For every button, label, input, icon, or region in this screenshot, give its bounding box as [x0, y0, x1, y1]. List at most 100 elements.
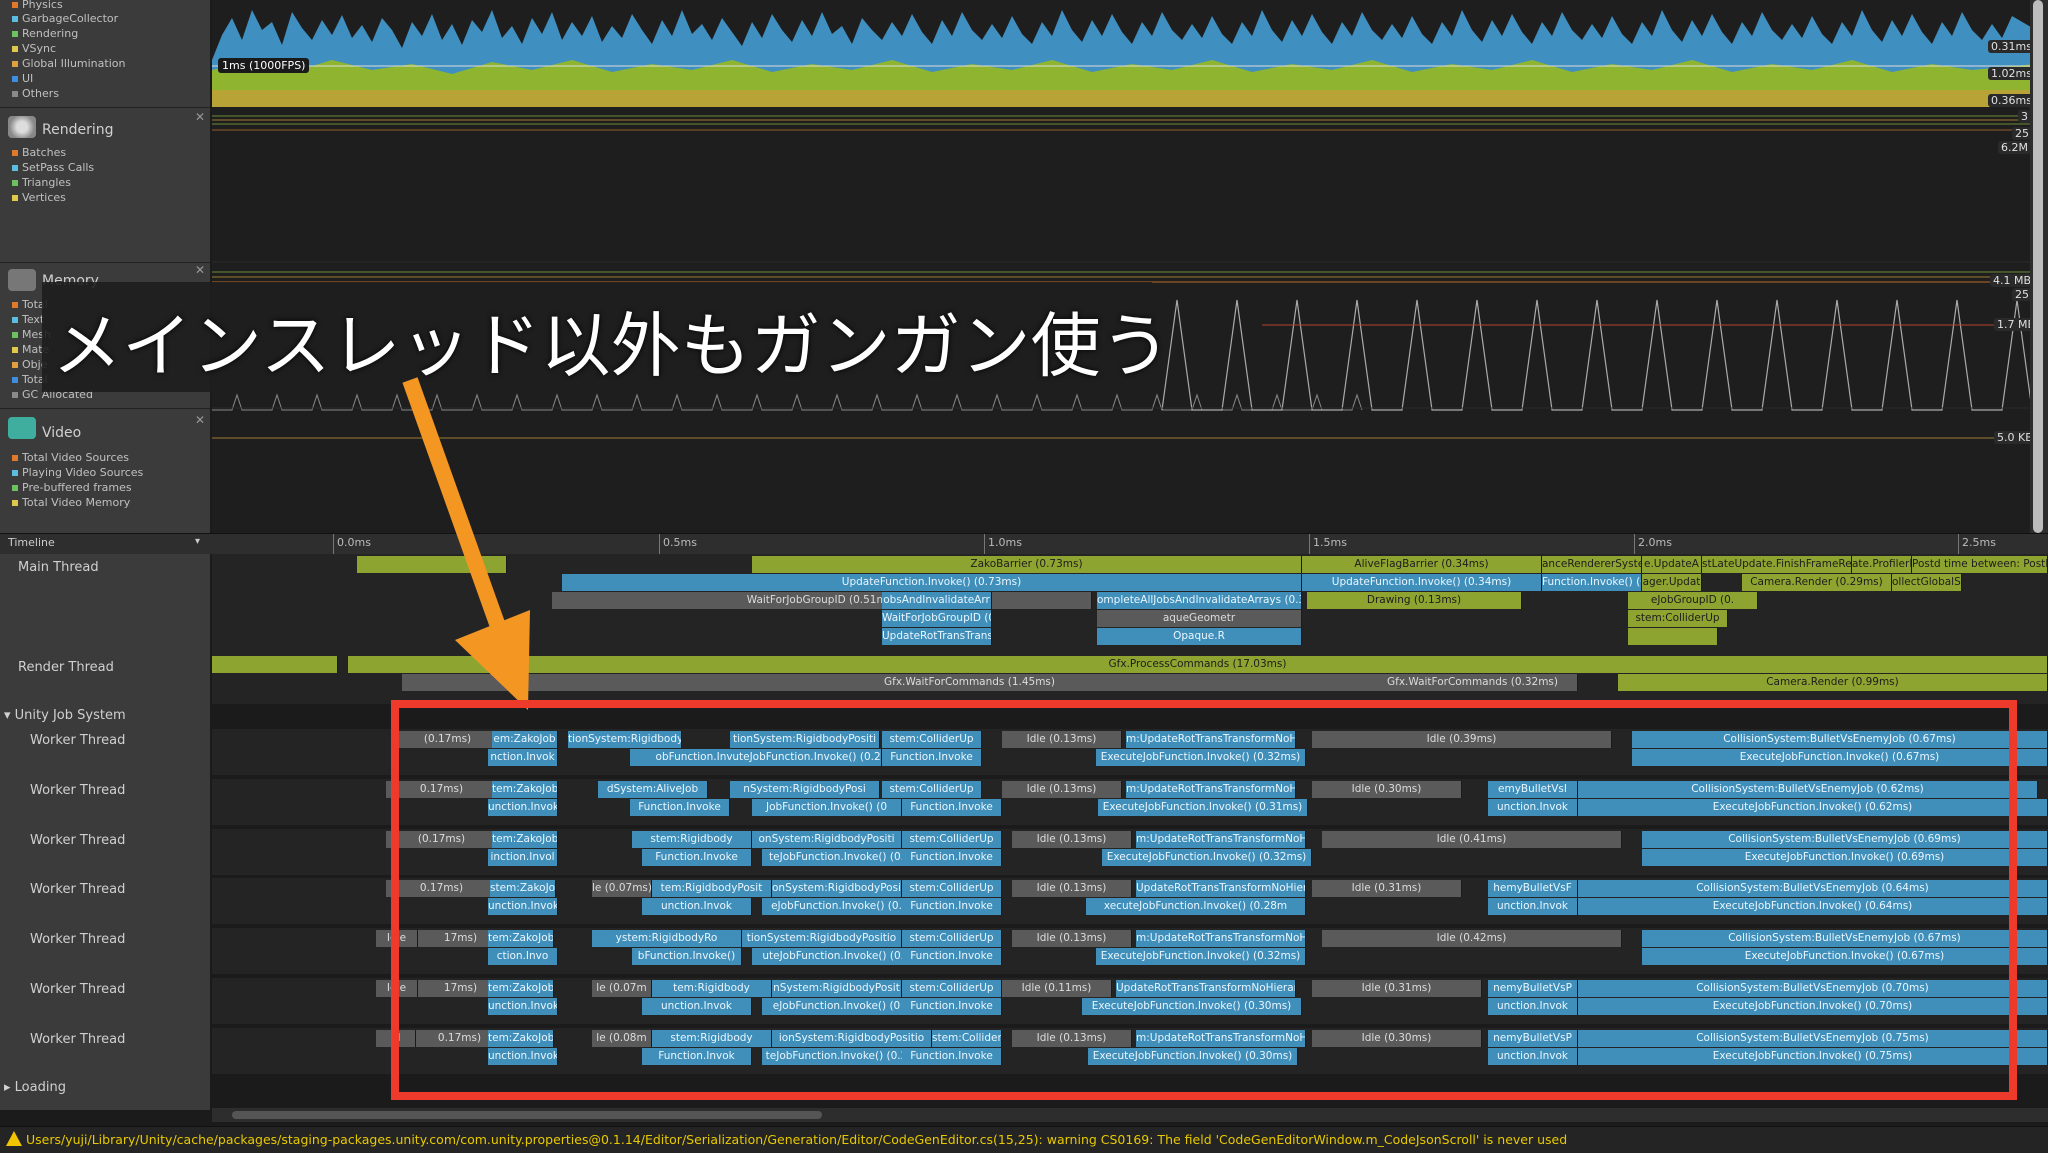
value-tag: 25 — [2012, 288, 2032, 301]
thread-label-worker[interactable]: Worker Thread — [30, 783, 125, 798]
rendering-module[interactable]: Rendering ✕ Batches SetPass Calls Triang… — [0, 108, 210, 268]
legend-item[interactable]: Batches — [12, 146, 66, 159]
profiler-sample[interactable] — [1628, 628, 1718, 645]
legend-label: VSync — [22, 42, 57, 55]
profiler-sample[interactable]: ager.Updat — [1642, 574, 1702, 591]
thread-group-label: Unity Job System — [14, 708, 126, 723]
color-swatch — [12, 362, 18, 368]
console-status-bar[interactable]: Users/yuji/Library/Unity/cache/packages/… — [0, 1126, 2048, 1153]
loading-group[interactable]: ▸ Loading — [4, 1080, 66, 1095]
color-swatch — [12, 150, 18, 156]
legend-item[interactable]: Text — [12, 313, 44, 326]
profiler-sample[interactable]: stem:ColliderUp — [1628, 610, 1728, 627]
legend-item[interactable]: Vertices — [12, 191, 66, 204]
thread-label-worker[interactable]: Worker Thread — [30, 1032, 125, 1047]
color-swatch — [12, 455, 18, 461]
graph-scrollbar[interactable] — [2030, 0, 2048, 533]
profiler-sample[interactable]: anceRendererSystem — [1542, 556, 1642, 573]
color-swatch — [12, 485, 18, 491]
legend-item[interactable]: Others — [12, 87, 59, 100]
legend-label: UI — [22, 72, 34, 85]
arrow-head — [455, 610, 530, 710]
ruler-tick: 2.0ms — [1634, 534, 1672, 554]
profiler-sample[interactable]: UpdateFunction.Invoke() (0.34ms) — [1302, 574, 1542, 591]
triangle-down-icon: ▾ — [4, 708, 15, 723]
thread-label-worker[interactable]: Worker Thread — [30, 982, 125, 997]
legend-item[interactable]: UI — [12, 72, 33, 85]
color-swatch — [12, 500, 18, 506]
thread-label-render[interactable]: Render Thread — [18, 660, 114, 675]
module-title: Rendering — [42, 122, 114, 138]
fps-label: 1ms (1000FPS) — [218, 58, 310, 73]
legend-item[interactable]: Total Video Sources — [12, 451, 129, 464]
job-system-group[interactable]: ▾ Unity Job System — [4, 708, 126, 723]
color-swatch — [12, 16, 18, 22]
color-swatch — [12, 46, 18, 52]
memory-spike-series — [1161, 299, 2033, 411]
profiler-sample[interactable]: AliveFlagBarrier (0.34ms) — [1302, 556, 1542, 573]
timeline-ruler[interactable]: 0.0ms 0.5ms 1.0ms 1.5ms 2.0ms 2.5ms — [0, 533, 2048, 554]
thread-label-main[interactable]: Main Thread — [18, 560, 99, 575]
thread-group-label: Loading — [14, 1080, 66, 1095]
close-icon[interactable]: ✕ — [195, 110, 205, 124]
legend-label: Total Video Sources — [22, 451, 130, 464]
legend-item[interactable]: SetPass Calls — [12, 161, 94, 174]
legend-item[interactable]: VSync — [12, 42, 56, 55]
thread-label-worker[interactable]: Worker Thread — [30, 733, 125, 748]
profiler-sample[interactable]: WaitForJobGroupID (0.51ms) — [552, 592, 1092, 609]
color-swatch — [12, 180, 18, 186]
close-icon[interactable]: ✕ — [195, 263, 205, 277]
color-swatch — [12, 332, 18, 338]
scrollbar-thumb[interactable] — [2033, 0, 2043, 533]
profiler-sample[interactable]: ZakoBarrier (0.73ms) — [752, 556, 1302, 573]
profiler-sample[interactable]: Camera.Render (0.99ms) — [1618, 674, 2048, 691]
legend-item[interactable]: Playing Video Sources — [12, 466, 143, 479]
legend-label: Batches — [22, 146, 67, 159]
profiler-sample[interactable]: aqueGeometr — [1097, 610, 1302, 627]
color-swatch — [12, 347, 18, 353]
profiler-sample[interactable]: Function.Invoke() (0. — [1542, 574, 1642, 591]
thread-label-worker[interactable]: Worker Thread — [30, 833, 125, 848]
profiler-sample[interactable]: e.UpdateA — [1642, 556, 1702, 573]
profiler-sample[interactable]: WaitForJobGroupID (0.32ms) — [882, 610, 992, 627]
profiler-sample[interactable]: Postd time between: PostLateUpdate.Profi — [1912, 556, 2048, 573]
color-swatch — [12, 31, 18, 37]
profiler-sample[interactable]: stLateUpdate.FinishFrameRendering (0.33r — [1702, 556, 1852, 573]
profiler-sample[interactable]: UpdateFunction.Invoke() (0.73ms) — [562, 574, 1302, 591]
timeline-scrollbar[interactable] — [212, 1108, 2048, 1122]
legend-item[interactable]: Pre-buffered frames — [12, 481, 132, 494]
legend-item[interactable]: Total Video Memory — [12, 496, 130, 509]
profiler-sample[interactable]: eJobGroupID (0. — [1628, 592, 1758, 609]
timeline-dropdown-label[interactable]: Timeline — [8, 536, 55, 549]
profiler-sample[interactable]: UpdateRotTransTransformNoHierarch — [882, 628, 992, 645]
legend-item[interactable]: Rendering — [12, 27, 78, 40]
video-module[interactable]: Video ✕ Total Video Sources Playing Vide… — [0, 409, 210, 533]
legend-item[interactable]: Triangles — [12, 176, 71, 189]
thread-labels-column — [0, 554, 210, 1108]
profiler-sample[interactable]: Camera.Render (0.29ms) — [1742, 574, 1892, 591]
thread-label-worker[interactable]: Worker Thread — [30, 882, 125, 897]
color-swatch — [12, 91, 18, 97]
thread-label-worker[interactable]: Worker Thread — [30, 932, 125, 947]
profiler-sample[interactable]: Gfx.WaitForCommands (0.32ms) — [1368, 674, 1578, 691]
color-swatch — [12, 195, 18, 201]
profiler-sample[interactable] — [212, 656, 338, 673]
scrollbar-thumb[interactable] — [232, 1111, 822, 1119]
close-icon[interactable]: ✕ — [195, 413, 205, 427]
legend-label: Rendering — [22, 27, 79, 40]
memory-icon — [8, 269, 36, 291]
profiler-sample[interactable]: Drawing (0.13ms) — [1307, 592, 1522, 609]
profiler-sample[interactable]: ate.ProfilerEndFrame — [1852, 556, 1912, 573]
profiler-sample[interactable]: ompleteAllJobsAndInvalidateArrays (0.32m — [1097, 592, 1302, 609]
value-tag: 0.31ms — [1988, 40, 2035, 53]
profiler-sample[interactable]: Gfx.ProcessCommands (17.03ms) — [348, 656, 2048, 673]
profiler-sample[interactable]: ollectGlobalStats — [1892, 574, 1962, 591]
profiler-sample[interactable]: Opaque.R — [1097, 628, 1302, 645]
legend-item[interactable]: GarbageCollector — [12, 12, 118, 25]
profiler-sample[interactable]: obsAndInvalidateArr — [882, 592, 992, 609]
color-swatch — [12, 377, 18, 383]
annotation-text: メインスレッド以外もガンガン使う — [52, 305, 1171, 387]
legend-item[interactable]: Physics — [12, 0, 63, 11]
legend-item[interactable]: Global Illumination — [12, 57, 125, 70]
chevron-down-icon[interactable]: ▾ — [195, 536, 200, 547]
